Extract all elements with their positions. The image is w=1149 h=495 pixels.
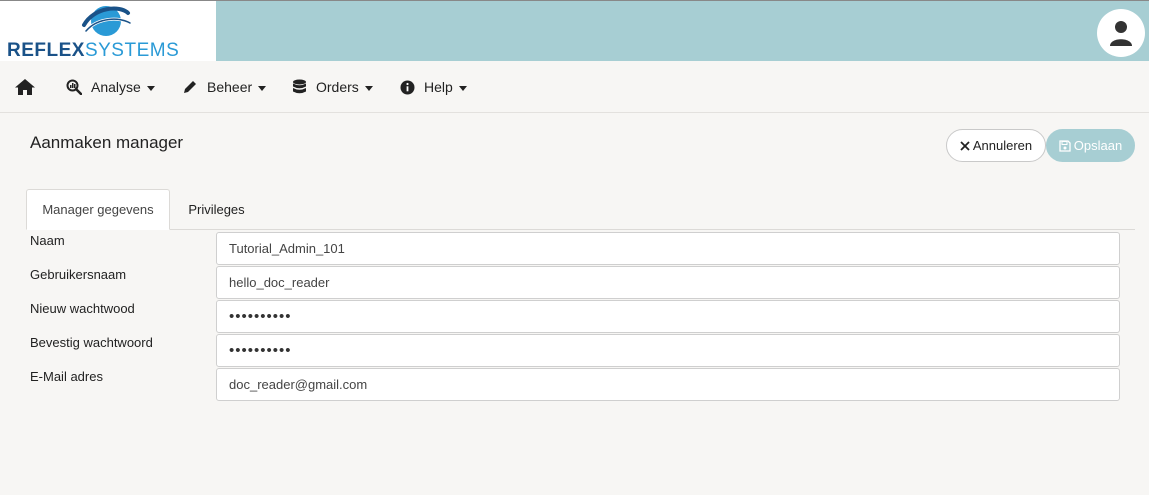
caret-down-icon [458, 85, 467, 91]
tab-privileges[interactable]: Privileges [170, 189, 263, 230]
nav-analyse-label: Analyse [91, 79, 141, 95]
user-icon [1110, 21, 1132, 46]
tab-manager-gegevens[interactable]: Manager gegevens [26, 189, 170, 230]
name-label: Naam [30, 233, 65, 248]
floppy-disk-icon [1059, 139, 1071, 152]
brand-name: REFLEXSYSTEMS [7, 40, 179, 62]
app-header: REFLEXSYSTEMS [0, 0, 1149, 62]
page-title: Aanmaken manager [30, 133, 184, 152]
cancel-button-label: Annuleren [972, 138, 1033, 153]
nav-orders-label: Orders [316, 79, 359, 95]
nav-help-label: Help [424, 79, 453, 95]
search-chart-icon [66, 79, 82, 95]
confirm-password-input[interactable]: •••••••••• [216, 334, 1120, 367]
nav-home[interactable] [14, 61, 45, 113]
save-button-label: Opslaan [1073, 138, 1123, 153]
close-icon [960, 140, 970, 151]
database-icon [293, 79, 306, 94]
new-password-label: Nieuw wachtwood [30, 301, 135, 316]
name-input[interactable]: Tutorial_Admin_101 [216, 232, 1120, 265]
nav-beheer-label: Beheer [207, 79, 253, 95]
caret-down-icon [364, 85, 373, 91]
username-input[interactable]: hello_doc_reader [216, 266, 1120, 299]
globe-logo-icon [82, 6, 132, 36]
main-nav: Analyse Beheer Orders Help [0, 61, 1149, 113]
save-button[interactable]: Opslaan [1046, 129, 1135, 162]
home-icon [15, 79, 35, 95]
nav-analyse[interactable]: Analyse [66, 61, 155, 113]
brand-name-part2: SYSTEMS [84, 40, 180, 61]
nav-help[interactable]: Help [400, 61, 467, 113]
caret-down-icon [146, 85, 155, 91]
email-input[interactable]: doc_reader@gmail.com [216, 368, 1120, 401]
nav-orders[interactable]: Orders [292, 61, 373, 113]
nav-beheer[interactable]: Beheer [182, 61, 267, 113]
confirm-password-label: Bevestig wachtwoord [30, 335, 153, 350]
brand-name-part1: REFLEX [7, 40, 85, 61]
username-label: Gebruikersnaam [30, 267, 127, 282]
email-label: E-Mail adres [30, 369, 103, 384]
new-password-input[interactable]: •••••••••• [216, 300, 1120, 333]
pencil-icon [184, 81, 196, 93]
logo[interactable]: REFLEXSYSTEMS [0, 1, 216, 62]
info-circle-icon [400, 80, 415, 94]
user-avatar-button[interactable] [1097, 9, 1145, 57]
cancel-button[interactable]: Annuleren [946, 129, 1046, 162]
caret-down-icon [258, 85, 267, 91]
